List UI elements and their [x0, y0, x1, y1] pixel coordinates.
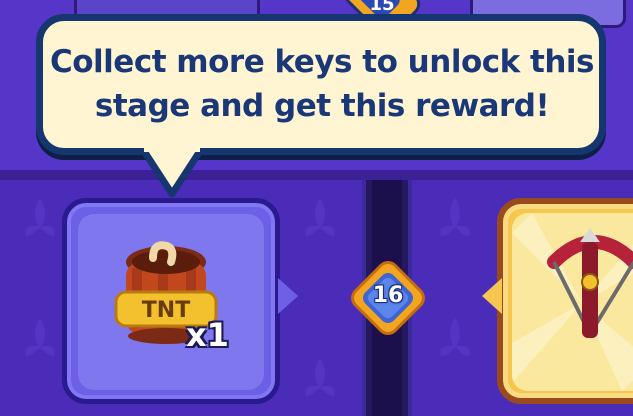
- reward-card-right-pointer: [482, 278, 502, 314]
- upper-stage-band-edge: [0, 170, 633, 180]
- crossbow-icon: [547, 228, 633, 338]
- level-number: 16: [372, 283, 404, 308]
- reward-quantity: x1: [186, 316, 229, 354]
- reward-card-left-pointer: [278, 278, 298, 314]
- previous-level-number: 15: [369, 0, 395, 15]
- svg-text:TNT: TNT: [142, 298, 190, 323]
- tooltip-message: Collect more keys to unlock this stage a…: [50, 44, 595, 124]
- tooltip-tail: [142, 148, 202, 198]
